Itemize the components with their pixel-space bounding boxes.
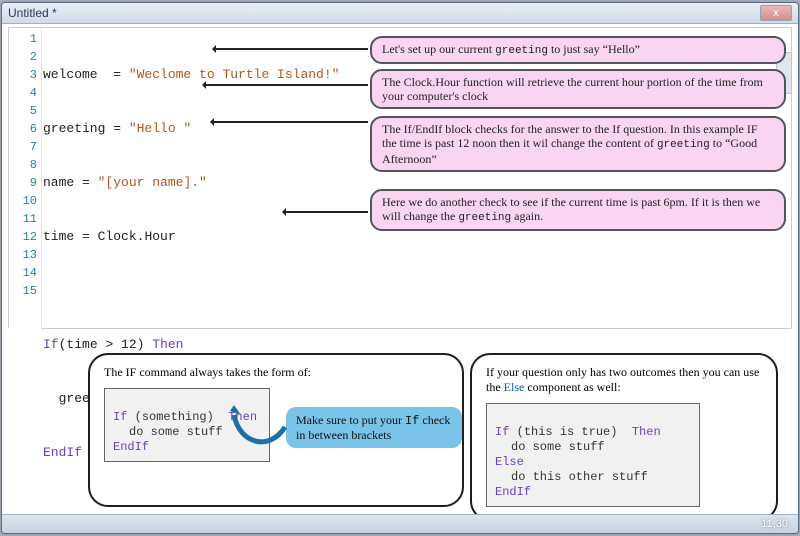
infobox-else: If your question only has two outcomes t… [470, 353, 778, 521]
sticky-note-brackets: Make sure to put your If check in betwee… [286, 407, 462, 448]
line-gutter: 123456789101112131415 [9, 28, 42, 330]
title-bar[interactable]: Untitled * x [2, 3, 798, 24]
infobox-title: The IF command always takes the form of: [104, 365, 448, 380]
app-window: Untitled * x 123456789101112131415 welco… [1, 2, 799, 534]
arrow-icon [284, 211, 368, 213]
cursor-position: 11,30 [761, 518, 788, 530]
arrow-icon [204, 84, 368, 86]
infobox-title: If your question only has two outcomes t… [486, 365, 762, 395]
window-title: Untitled * [8, 6, 57, 20]
code-example-if: If (something) Then do some stuff EndIf [104, 388, 270, 462]
annotation-evening: Here we do another check to see if the c… [370, 189, 786, 231]
arrow-icon [212, 121, 368, 123]
status-bar: 11,30 [2, 514, 798, 533]
code-example-else: If (this is true) Then do some stuff Els… [486, 403, 700, 507]
window-controls: x [760, 5, 792, 21]
close-button[interactable]: x [760, 5, 792, 21]
infobox-if-form: The IF command always takes the form of:… [88, 353, 464, 507]
annotation-clock: The Clock.Hour function will retrieve th… [370, 69, 786, 109]
annotation-ifendif: The If/EndIf block checks for the answer… [370, 116, 786, 172]
annotation-greeting: Let's set up our current greeting to jus… [370, 36, 786, 64]
arrow-icon [214, 48, 368, 50]
